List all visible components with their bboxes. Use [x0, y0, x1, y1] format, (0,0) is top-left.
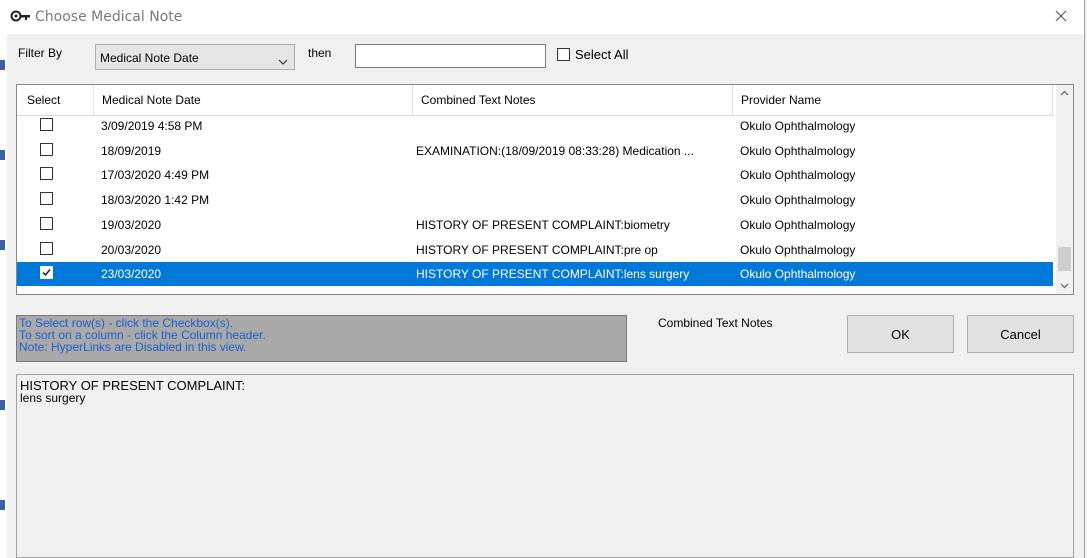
table-row[interactable]: 3/09/2019 4:58 PM Okulo Ophthalmology	[17, 114, 1053, 138]
select-all-checkbox[interactable]	[557, 48, 570, 61]
chevron-down-icon	[278, 54, 288, 68]
row-select-checkbox[interactable]	[40, 118, 53, 131]
table-row[interactable]: 20/03/2020 HISTORY OF PRESENT COMPLAINT:p…	[17, 238, 1053, 262]
notes-body: lens surgery	[20, 391, 86, 405]
dialog-title: Choose Medical Note	[35, 9, 183, 25]
cell-combined-text-notes: EXAMINATION:(18/09/2019 08:33:28) Medica…	[416, 143, 694, 158]
instructions-box: To Select row(s) - click the Checkbox(s)…	[16, 315, 627, 362]
cell-provider-name: Okulo Ophthalmology	[740, 119, 856, 133]
cell-medical-note-date: 18/09/2019	[101, 143, 162, 158]
key-icon	[10, 10, 32, 22]
instruction-line: Note: HyperLinks are Disabled in this vi…	[19, 340, 247, 354]
close-button[interactable]	[1038, 0, 1084, 34]
table-row[interactable]: 17/03/2020 4:49 PM Okulo Ophthalmology	[17, 163, 1053, 187]
cell-provider-name: Okulo Ophthalmology	[740, 242, 856, 257]
filter-by-dropdown[interactable]: Medical Note Date	[95, 44, 295, 70]
cell-provider-name: Okulo Ophthalmology	[740, 193, 856, 208]
medical-notes-grid: Select Medical Note Date Combined Text N…	[16, 84, 1074, 295]
cell-combined-text-notes	[416, 163, 726, 187]
row-select-checkbox[interactable]	[40, 216, 53, 230]
select-all-label[interactable]: Select All	[575, 47, 628, 62]
cell-provider-name: Okulo Ophthalmology	[740, 217, 856, 232]
cell-combined-text-notes: HISTORY OF PRESENT COMPLAINT:pre op	[416, 242, 658, 257]
row-select-checkbox[interactable]	[40, 192, 53, 206]
cell-combined-text-notes: HISTORY OF PRESENT COMPLAINT:biometry	[416, 217, 670, 232]
combined-text-notes-label: Combined Text Notes	[658, 316, 773, 330]
table-row[interactable]: 23/03/2020 HISTORY OF PRESENT COMPLAINT:l…	[17, 262, 1053, 287]
then-label: then	[308, 46, 332, 60]
filter-by-label: Filter By	[18, 46, 63, 60]
column-header-medical-note-date[interactable]: Medical Note Date	[94, 85, 413, 115]
cell-combined-text-notes	[416, 114, 726, 138]
cell-combined-text-notes	[416, 188, 726, 212]
cancel-button[interactable]: Cancel	[967, 315, 1074, 353]
choose-medical-note-dialog: Choose Medical Note Filter By Medical No…	[7, 0, 1085, 558]
cell-medical-note-date: 20/03/2020	[101, 242, 162, 257]
row-select-checkbox[interactable]	[40, 266, 53, 280]
scrollbar-thumb[interactable]	[1058, 247, 1071, 271]
cell-medical-note-date: 17/03/2020 4:49 PM	[101, 168, 210, 183]
checkmark-icon	[42, 269, 51, 277]
cell-medical-note-date: 3/09/2019 4:58 PM	[101, 119, 203, 133]
scroll-up-icon[interactable]	[1056, 85, 1073, 102]
row-select-checkbox[interactable]	[40, 167, 53, 181]
ok-button[interactable]: OK	[847, 315, 954, 353]
title-bar: Choose Medical Note	[7, 0, 1084, 34]
combined-text-notes-preview[interactable]: HISTORY OF PRESENT COMPLAINT: lens surge…	[16, 374, 1074, 558]
cell-medical-note-date: 18/03/2020 1:42 PM	[101, 193, 210, 208]
notes-heading: HISTORY OF PRESENT COMPLAINT:	[20, 378, 246, 393]
cell-provider-name: Okulo Ophthalmology	[740, 143, 856, 158]
table-row[interactable]: 18/03/2020 1:42 PM Okulo Ophthalmology	[17, 188, 1053, 212]
filter-by-selected: Medical Note Date	[100, 51, 199, 65]
cell-provider-name: Okulo Ophthalmology	[740, 168, 856, 183]
cell-medical-note-date: 19/03/2020	[101, 217, 162, 232]
grid-vertical-scrollbar[interactable]	[1056, 85, 1073, 294]
cell-medical-note-date: 23/03/2020	[101, 267, 162, 282]
column-header-select[interactable]: Select	[17, 85, 94, 115]
row-select-checkbox[interactable]	[40, 241, 53, 255]
cell-provider-name: Okulo Ophthalmology	[740, 267, 856, 282]
grid-header: Select Medical Note Date Combined Text N…	[17, 85, 1053, 116]
then-input[interactable]	[355, 44, 546, 68]
scroll-down-icon[interactable]	[1056, 277, 1073, 294]
table-row[interactable]: 19/03/2020 HISTORY OF PRESENT COMPLAINT:b…	[17, 213, 1053, 237]
row-select-checkbox[interactable]	[40, 142, 53, 156]
table-row[interactable]: 18/09/2019 EXAMINATION:(18/09/2019 08:33:…	[17, 139, 1053, 163]
column-header-combined-text-notes[interactable]: Combined Text Notes	[413, 85, 733, 115]
cell-combined-text-notes: HISTORY OF PRESENT COMPLAINT:lens surger…	[416, 267, 690, 282]
column-header-provider-name[interactable]: Provider Name	[733, 85, 1053, 115]
close-icon	[1055, 10, 1067, 25]
